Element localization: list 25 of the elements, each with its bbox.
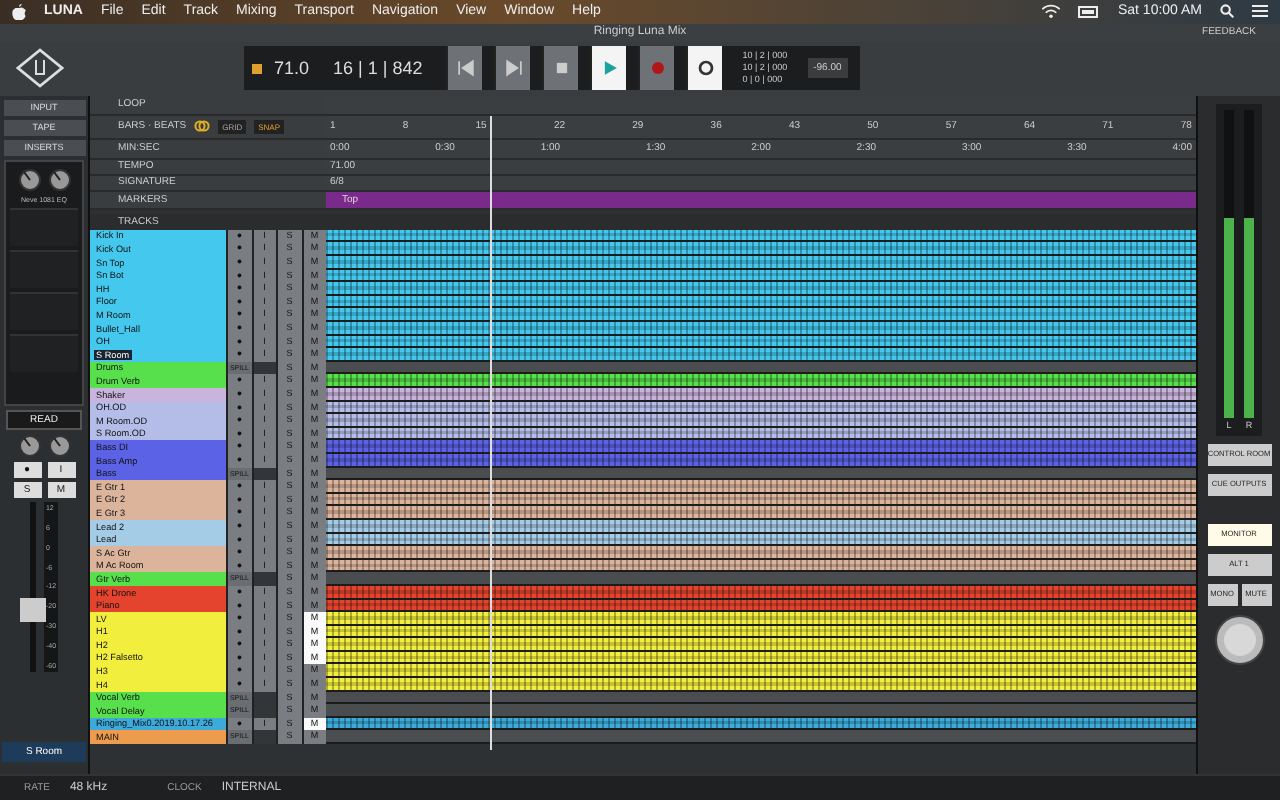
send-knob[interactable] [47, 433, 71, 458]
plugin-knob[interactable] [47, 167, 71, 192]
pan-knob[interactable] [17, 433, 41, 458]
forward-icon [501, 56, 526, 81]
volume-knob[interactable] [1213, 613, 1265, 666]
forward-button[interactable] [494, 46, 531, 91]
play-button[interactable] [590, 46, 627, 91]
rewind-button[interactable] [446, 46, 483, 91]
loop-button[interactable] [686, 46, 723, 91]
rewind-icon [453, 56, 478, 81]
tempo-readout: 71.0 [274, 58, 310, 79]
plugin-knob[interactable] [17, 167, 41, 192]
apple-icon[interactable] [12, 3, 26, 20]
position-counter: 16 | 1 | 842 [331, 58, 425, 79]
stop-button[interactable] [542, 46, 579, 91]
logo-icon [16, 48, 64, 89]
grid-indicator [252, 63, 262, 74]
loop-icon [693, 56, 718, 81]
link-icon[interactable] [194, 120, 211, 133]
record-button[interactable] [638, 46, 675, 91]
battery-icon[interactable] [1077, 5, 1100, 18]
wifi-icon[interactable] [1041, 4, 1060, 19]
fader-handle[interactable] [19, 597, 46, 622]
search-icon[interactable] [1220, 4, 1234, 19]
menu-list-icon[interactable] [1252, 4, 1268, 19]
